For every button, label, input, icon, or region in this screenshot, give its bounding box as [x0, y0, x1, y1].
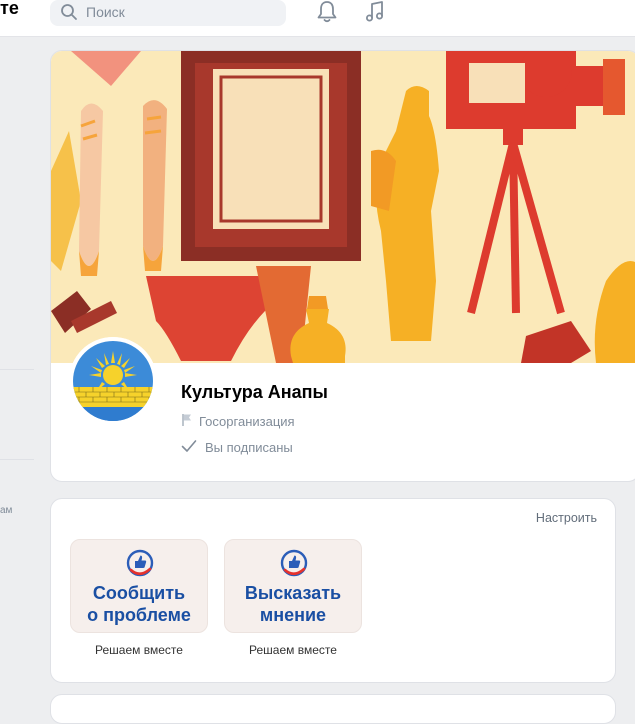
- sidebar-divider: [0, 369, 34, 370]
- group-title: Культура Анапы: [181, 382, 328, 402]
- like-hand-icon: [125, 548, 155, 583]
- widget-caption: Решаем вместе: [95, 643, 183, 657]
- left-sidebar: ам: [0, 37, 34, 700]
- subscription-status[interactable]: Вы подписаны: [181, 439, 293, 456]
- widget-caption: Решаем вместе: [249, 643, 337, 657]
- widget-title-line1: Сообщить: [92, 583, 186, 603]
- flag-icon: [181, 413, 193, 430]
- site-logo[interactable]: те: [0, 0, 19, 19]
- checkmark-icon: [181, 439, 197, 456]
- search-icon: [60, 3, 78, 26]
- group-type-label: Госорганизация: [199, 414, 295, 429]
- widget-title-line2: мнение: [259, 605, 327, 625]
- subscription-label: Вы подписаны: [205, 440, 293, 455]
- search-placeholder: Поиск: [86, 4, 125, 20]
- share-opinion-widget[interactable]: Высказать мнение: [224, 539, 362, 633]
- sidebar-fragment-text: ам: [0, 505, 13, 516]
- widget-title-line2: о проблеме: [87, 605, 191, 625]
- group-avatar[interactable]: [69, 337, 157, 425]
- top-header: те Поиск: [0, 0, 635, 37]
- next-card: [50, 694, 616, 724]
- group-type: Госорганизация: [181, 413, 295, 430]
- group-header-card: Культура Анапы Госорганизация Вы подписа…: [50, 50, 635, 482]
- widget-title-line1: Высказать: [244, 583, 342, 603]
- bell-icon[interactable]: [316, 0, 338, 29]
- sidebar-divider: [0, 459, 34, 460]
- like-hand-icon: [279, 548, 309, 583]
- music-note-icon[interactable]: [364, 0, 386, 29]
- search-input[interactable]: Поиск: [50, 0, 286, 26]
- widgets-card: Настроить Сообщить о проблеме Решаем вме…: [50, 498, 616, 683]
- report-problem-widget[interactable]: Сообщить о проблеме: [70, 539, 208, 633]
- cover-image: [51, 51, 635, 363]
- settings-link[interactable]: Настроить: [536, 511, 597, 525]
